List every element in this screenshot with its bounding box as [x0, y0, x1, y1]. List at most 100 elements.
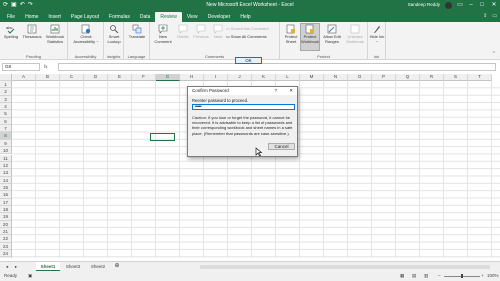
user-name[interactable]: Sandeep Reddy [408, 2, 440, 7]
row-header-21[interactable]: 21 [0, 228, 12, 236]
add-sheet-icon[interactable]: ⊕ [113, 262, 121, 271]
column-header-g[interactable]: G [156, 74, 180, 81]
column-header-q[interactable]: Q [396, 74, 420, 81]
page-layout-view-icon[interactable]: ▤ [412, 273, 416, 279]
row-header-15[interactable]: 15 [0, 183, 12, 192]
sheet-tab-sheet2[interactable]: Sheet2 [86, 262, 110, 271]
smart-lookup-button[interactable]: Smart Lookup [105, 24, 123, 44]
active-cell[interactable] [150, 133, 175, 141]
row-header-22[interactable]: 22 [0, 235, 12, 243]
protect-workbook-button[interactable]: Protect Workbook [300, 23, 320, 51]
close-icon[interactable]: ✕ [488, 0, 500, 11]
spelling-button[interactable]: abc Spelling [2, 24, 20, 40]
row-header-24[interactable]: 24 [0, 250, 12, 258]
sheet-tab-sheet3[interactable]: Sheet3 [61, 262, 85, 271]
column-header-r[interactable]: R [420, 74, 444, 81]
row-header-17[interactable]: 17 [0, 198, 12, 206]
allow-edit-ranges-button[interactable]: Allow Edit Ranges [322, 24, 342, 44]
comments-icon[interactable]: ▭ [492, 13, 497, 19]
row-header-12[interactable]: 12 [0, 161, 12, 170]
row-header-11[interactable]: 11 [0, 154, 12, 162]
row-header-7[interactable]: 7 [0, 125, 12, 133]
tab-developer[interactable]: Developer [203, 12, 236, 22]
next-comment-button[interactable]: Next [211, 24, 225, 40]
tab-data[interactable]: Data [135, 12, 156, 22]
row-header-6[interactable]: 6 [0, 117, 12, 126]
show-hide-comment-button[interactable]: ▭ Show/Hide Comment [226, 26, 269, 31]
normal-view-icon[interactable]: ▦ [400, 273, 404, 279]
previous-comment-button[interactable]: Previous [192, 24, 210, 40]
column-header-c[interactable]: C [60, 74, 84, 81]
translate-button[interactable]: Translate [127, 24, 147, 40]
row-header-14[interactable]: 14 [0, 176, 12, 184]
row-header-25[interactable]: 25 [0, 257, 12, 258]
delete-comment-button[interactable]: Delete [175, 24, 191, 40]
column-header-j[interactable]: J [228, 74, 252, 81]
help-icon[interactable]: ? [274, 87, 277, 95]
column-header-f[interactable]: F [132, 74, 156, 81]
zoom-level[interactable]: 100% [487, 273, 499, 278]
page-break-view-icon[interactable]: ▥ [424, 273, 428, 279]
row-header-5[interactable]: 5 [0, 110, 12, 118]
column-header-a[interactable]: A [12, 74, 36, 81]
column-header-p[interactable]: P [372, 74, 396, 81]
column-header-k[interactable]: K [252, 74, 276, 81]
tab-help[interactable]: Help [235, 12, 255, 22]
column-header-s[interactable]: S [444, 74, 468, 81]
row-header-8[interactable]: 8 [0, 132, 12, 140]
row-header-9[interactable]: 9 [0, 139, 12, 148]
password-input[interactable]: ••••• [192, 104, 295, 110]
protect-sheet-button[interactable]: Protect Sheet [282, 24, 300, 44]
check-accessibility-button[interactable]: Check Accessibility ~ [70, 24, 102, 44]
column-header-o[interactable]: O [348, 74, 372, 81]
cancel-button[interactable]: Cancel [268, 143, 295, 150]
column-header-n[interactable]: N [324, 74, 348, 81]
row-header-16[interactable]: 16 [0, 191, 12, 199]
column-header-m[interactable]: M [300, 74, 324, 81]
collapse-ribbon-icon[interactable]: ⌃ [492, 51, 496, 57]
hide-ink-button[interactable]: Hide Ink ~ [369, 24, 385, 44]
name-box[interactable]: G8 [2, 63, 40, 71]
row-header-19[interactable]: 19 [0, 213, 12, 221]
column-header-t[interactable]: T [468, 74, 492, 81]
column-header-b[interactable]: B [36, 74, 60, 81]
macro-record-icon[interactable]: ▣ [28, 273, 32, 279]
row-header-1[interactable]: 1 [0, 81, 12, 89]
zoom-out-icon[interactable]: − [438, 273, 441, 278]
share-icon[interactable]: ⇪ [483, 13, 487, 19]
maximize-icon[interactable]: □ [476, 0, 488, 11]
tab-formulas[interactable]: Formulas [104, 12, 135, 22]
sheet-tab-sheet1[interactable]: Sheet1 [36, 262, 60, 271]
tab-review[interactable]: Review [155, 12, 182, 22]
row-header-10[interactable]: 10 [0, 147, 12, 155]
tab-view[interactable]: View [182, 12, 203, 22]
fx-icon[interactable]: fx [44, 64, 48, 69]
tab-page-layout[interactable]: Page Layout [66, 12, 104, 22]
tab-home[interactable]: Home [20, 12, 43, 22]
workbook-statistics-button[interactable]: Workbook Statistics [44, 24, 66, 44]
column-header-d[interactable]: D [84, 74, 108, 81]
horizontal-scrollbar[interactable] [200, 265, 490, 269]
select-all-corner[interactable] [0, 74, 12, 81]
thesaurus-button[interactable]: Thesaurus [22, 24, 42, 40]
row-header-18[interactable]: 18 [0, 205, 12, 214]
column-header-e[interactable]: E [108, 74, 132, 81]
avatar[interactable] [445, 2, 452, 9]
new-comment-button[interactable]: New Comment [152, 24, 174, 44]
scroll-right-icon[interactable]: ▸ [12, 262, 20, 271]
scroll-left-icon[interactable]: ◂ [3, 262, 11, 271]
column-header-i[interactable]: I [204, 74, 228, 81]
row-header-23[interactable]: 23 [0, 242, 12, 251]
dialog-close-icon[interactable]: ✕ [289, 87, 293, 95]
zoom-slider-thumb[interactable] [461, 274, 463, 278]
column-header-h[interactable]: H [180, 74, 204, 81]
row-header-4[interactable]: 4 [0, 103, 12, 111]
show-all-comments-button[interactable]: ▭ Show All Comments [226, 34, 267, 39]
row-header-3[interactable]: 3 [0, 95, 12, 104]
unshare-workbook-button[interactable]: Unshare Workbook [344, 24, 366, 44]
tab-file[interactable]: File [2, 12, 20, 22]
formula-input[interactable] [58, 63, 496, 71]
row-header-13[interactable]: 13 [0, 169, 12, 177]
zoom-in-icon[interactable]: + [481, 273, 484, 278]
ok-button[interactable]: OK [235, 57, 262, 64]
